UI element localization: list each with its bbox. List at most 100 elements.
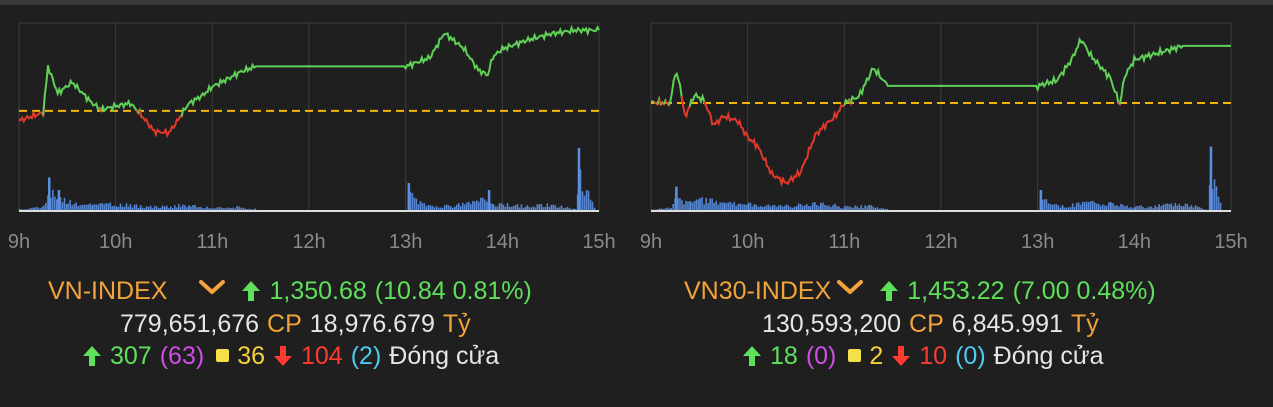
volume-bar <box>1120 203 1122 211</box>
volume-bar <box>65 204 68 211</box>
volume-bar <box>587 190 590 211</box>
volume-bar <box>474 201 476 211</box>
volume-bar <box>500 203 503 211</box>
volume-bar <box>75 202 77 211</box>
turnover-unit: Tỷ <box>1070 310 1099 338</box>
volume-bar <box>719 202 721 211</box>
index-summary-line: VN30-INDEX 1,453.22 (7.00 0.48%) <box>684 276 1156 306</box>
volume-bar <box>486 201 488 211</box>
volume-bar <box>466 202 468 211</box>
vn30-index-chart: 9h 10h 11h 12h 13h 14h 15h <box>640 22 1248 253</box>
volume-bar <box>1049 204 1052 211</box>
arrow-up-icon <box>242 281 261 301</box>
volume-bar <box>691 202 694 211</box>
floor-count: (2) <box>350 342 382 370</box>
ceiling-count: (63) <box>159 342 205 370</box>
volume-bar <box>1219 202 1222 211</box>
volume-bar <box>806 203 808 211</box>
volume-bar <box>125 203 128 211</box>
volume-bar <box>407 183 411 211</box>
x-tick-label: 14h <box>486 231 519 253</box>
volume-bar <box>1184 203 1187 211</box>
volume-bar <box>73 204 75 211</box>
price-line-up <box>42 65 103 116</box>
index-name: VN-INDEX <box>48 277 168 305</box>
x-tick-label: 10h <box>99 231 132 253</box>
volume-bar <box>516 203 519 211</box>
arrow-up-icon <box>83 346 101 366</box>
unchanged-count: 36 <box>237 342 265 370</box>
chevron-down-icon[interactable] <box>197 277 227 299</box>
volume-bar <box>1077 202 1080 211</box>
volume-bar <box>1217 196 1220 211</box>
volume-line: 130,593,200 CP 6,845.991 Tỷ <box>762 309 1099 339</box>
x-tick-label: 11h <box>196 231 228 253</box>
volume-bar <box>415 198 418 211</box>
volume-bar <box>101 203 104 211</box>
x-tick-label: 11h <box>828 231 860 253</box>
volume-bar <box>1039 190 1043 211</box>
volume-bar <box>733 201 736 211</box>
volume-bar <box>506 203 509 211</box>
ceiling-count: (0) <box>805 342 837 370</box>
volume-bar <box>546 203 549 211</box>
volume-bar <box>61 202 64 211</box>
volume-bar <box>476 200 478 211</box>
volume-bar <box>715 200 717 211</box>
volume-bar <box>458 203 460 211</box>
volume-bar <box>1083 201 1086 211</box>
volume-bar <box>107 203 110 211</box>
x-tick-label: 10h <box>731 231 764 253</box>
volume-bar <box>675 186 678 211</box>
arrow-up-icon <box>880 281 899 301</box>
unchanged-count: 2 <box>869 342 884 370</box>
x-tick-label: 15h <box>1214 231 1247 253</box>
arrow-up-icon <box>743 346 761 366</box>
volume-bar <box>492 204 495 211</box>
floor-count: (0) <box>955 342 986 370</box>
volume-bar <box>45 202 47 211</box>
volume-bar <box>468 201 470 211</box>
index-summary-line: VN-INDEX 1,350.68 (10.84 0.81%) <box>48 276 532 306</box>
volume-bar <box>812 202 814 211</box>
market-status: Đóng cửa <box>389 342 500 370</box>
volume-bar <box>1086 204 1088 211</box>
market-status: Đóng cửa <box>993 342 1104 370</box>
volume-bar <box>1096 203 1098 211</box>
volume-bar <box>1213 179 1216 211</box>
volume-bar <box>109 202 112 211</box>
vn30-index-panel: 9h 10h 11h 12h 13h 14h 15h VN30-INDEX 1,453.22(… <box>640 21 1258 381</box>
volume-bar <box>1088 202 1090 211</box>
vn-index-chart: 9h 10h 11h 12h 13h 14h 15h <box>8 22 616 253</box>
volume-bar <box>498 203 501 211</box>
volume-bar <box>705 197 707 211</box>
volume-bar <box>713 202 715 211</box>
total-volume: 130,593,200 <box>762 310 902 338</box>
volume-bar <box>423 203 426 211</box>
advancers-count: 307 <box>110 342 152 370</box>
volume-bar <box>739 203 742 211</box>
volume-bar <box>97 204 100 211</box>
volume-bar <box>723 202 726 211</box>
volume-bar <box>89 203 91 211</box>
index-value: 1,350.68 <box>269 277 367 305</box>
vn-index-panel: 9h 10h 11h 12h 13h 14h 15h VN-INDEX 1,350.68 (10… <box>8 21 626 381</box>
volume-bar <box>737 203 740 211</box>
volume-bar <box>709 198 711 211</box>
volume-bar <box>538 204 541 211</box>
chevron-down-icon[interactable] <box>835 277 865 299</box>
volume-bar <box>683 204 685 211</box>
volume-bar <box>591 201 594 211</box>
price-line-up <box>688 91 707 107</box>
volume-bar <box>1166 203 1169 211</box>
volume-bar <box>697 199 700 211</box>
volume-bar <box>731 203 734 211</box>
volume-bar <box>581 191 584 211</box>
x-tick-label: 9h <box>640 231 662 253</box>
x-tick-label: 12h <box>924 231 957 253</box>
volume-bar <box>585 190 588 211</box>
arrow-down-icon <box>892 346 911 366</box>
turnover-unit: Tỷ <box>442 310 471 338</box>
volume-bar <box>1081 201 1084 211</box>
volume-bar <box>1092 200 1094 211</box>
